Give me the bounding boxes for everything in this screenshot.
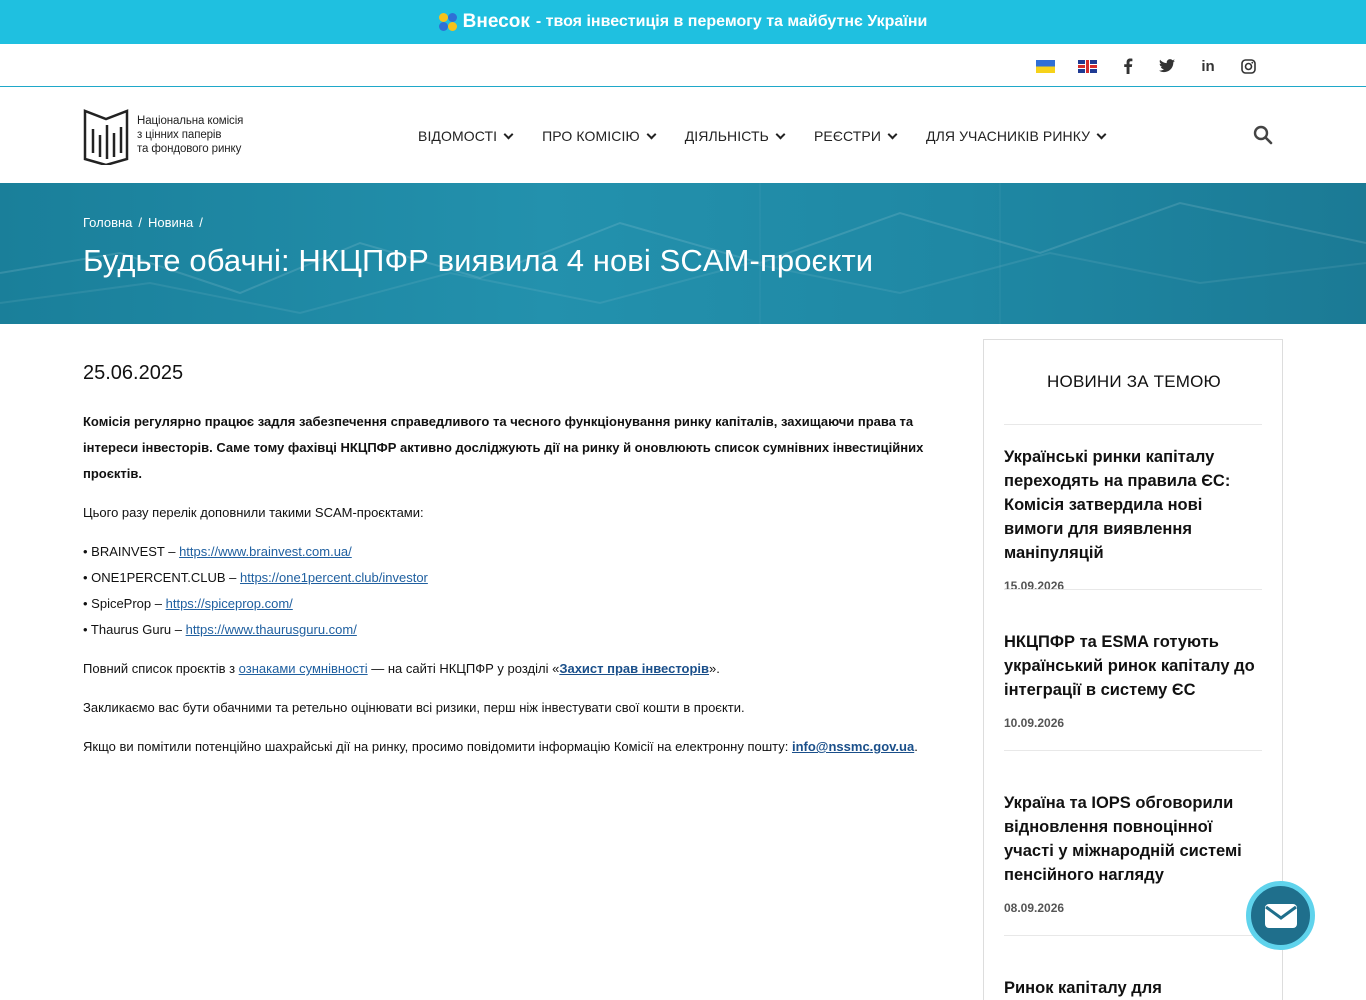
scam-project-list: • BRAINVEST – https://www.brainvest.com.… [83,539,933,643]
promo-text: - твоя інвестиція в перемогу та майбутнє… [535,13,928,30]
lang-en-button[interactable] [1077,57,1097,75]
caution-paragraph: Закликаємо вас бути обачними та ретельно… [83,700,745,715]
main-nav: ВІДОМОСТІ ПРО КОМІСІЮ ДІЯЛЬНІСТЬ РЕЄСТРИ… [418,128,1135,144]
linkedin-link[interactable]: in [1199,57,1217,75]
related-news-title: Ринок капіталу для [1004,979,1162,997]
site-header: Національна комісія з цінних паперів та … [0,87,1366,183]
mail-icon [1264,903,1297,928]
vnesok-logo-icon [438,13,457,31]
email-link[interactable]: info@nssmc.gov.ua [792,739,914,754]
report-paragraph: Якщо ви помітили потенційно шахрайські д… [83,739,918,754]
nav-item-market-participants[interactable]: ДЛЯ УЧАСНИКІВ РИНКУ [926,128,1107,144]
related-news-title: Українські ринки капіталу переходять на … [1004,448,1231,562]
chevron-down-icon [1096,129,1107,139]
related-news-item[interactable]: Україна та IOPS обговорили відновлення п… [1004,750,1262,915]
instagram-icon [1240,58,1256,74]
breadcrumb: Головна / Новина / [83,215,209,230]
utility-bar: in [0,44,1366,87]
list-item: • SpiceProp – https://spiceprop.com/ [83,596,293,611]
nav-item-activity[interactable]: ДІЯЛЬНІСТЬ [685,128,786,144]
promo-banner[interactable]: Внесок - твоя інвестиція в перемогу та м… [0,0,1366,44]
twitter-link[interactable] [1158,57,1176,75]
facebook-icon [1124,58,1133,74]
related-news-title: Україна та IOPS обговорили відновлення п… [1004,794,1242,884]
twitter-icon [1159,59,1175,73]
contact-mail-button[interactable] [1246,881,1315,950]
breadcrumb-home[interactable]: Головна [83,215,132,230]
sidebar-title: НОВИНИ ЗА ТЕМОЮ [1047,372,1221,391]
related-news-title: НКЦПФР та ESMA готують український ринок… [1004,633,1255,699]
article-lead: Комісія регулярно працює задля забезпече… [83,414,924,481]
article-date: 25.06.2025 [83,362,184,384]
related-news-date: 08.09.2026 [1004,901,1065,915]
instagram-link[interactable] [1240,57,1256,75]
chevron-down-icon [646,129,657,139]
nav-item-vidomosti[interactable]: ВІДОМОСТІ [418,128,514,144]
related-news-date: 10.09.2026 [1004,716,1065,730]
breadcrumb-separator: / [138,215,143,230]
nav-item-registers[interactable]: РЕЄСТРИ [814,128,898,144]
related-news-sidebar: НОВИНИ ЗА ТЕМОЮ Українські ринки капітал… [983,339,1283,1000]
uk-flag-icon [1077,59,1097,73]
chevron-down-icon [887,129,898,139]
related-news-item[interactable]: Українські ринки капіталу переходять на … [1004,424,1262,593]
related-news-item[interactable]: Ринок капіталу для [1004,935,1262,1000]
full-list-paragraph: Повний список проєктів з ознаками сумнів… [83,661,720,676]
commission-logo-icon [83,109,129,165]
search-icon [1253,125,1273,145]
chevron-down-icon [503,129,514,139]
linkedin-icon: in [1201,57,1215,75]
site-logo[interactable]: Національна комісія з цінних паперів та … [83,105,263,165]
promo-brand: Внесок [462,11,530,32]
page-hero: Головна / Новина / Будьте обачні: НКЦПФР… [0,183,1366,324]
related-news-item[interactable]: НКЦПФР та ESMA готують український ринок… [1004,589,1262,730]
page-title: Будьте обачні: НКЦПФР виявила 4 нові SCA… [83,243,874,278]
search-button[interactable] [1253,125,1273,145]
list-item: • BRAINVEST – https://www.brainvest.com.… [83,544,352,559]
suspicious-signs-link[interactable]: ознаками сумнівності [239,661,368,676]
logo-text: Національна комісія з цінних паперів та … [137,115,244,155]
article-intro: Цього разу перелік доповнили такими SCAM… [83,505,424,520]
breadcrumb-separator: / [199,215,203,230]
breadcrumb-news[interactable]: Новина [148,215,193,230]
list-item: • Thaurus Guru – https://www.thaurusguru… [83,622,357,637]
article-body: 25.06.2025 Комісія регулярно працює задл… [83,362,933,773]
nav-item-about[interactable]: ПРО КОМІСІЮ [542,128,657,144]
project-link[interactable]: https://www.brainvest.com.ua/ [179,544,352,559]
chevron-down-icon [775,129,786,139]
list-item: • ONE1PERCENT.CLUB – https://one1percent… [83,570,428,585]
project-link[interactable]: https://www.thaurusguru.com/ [186,622,357,637]
ua-flag-icon [1035,59,1055,73]
project-link[interactable]: https://one1percent.club/investor [240,570,428,585]
facebook-link[interactable] [1120,57,1136,75]
investor-protection-link[interactable]: Захист прав інвесторів [559,661,709,676]
project-link[interactable]: https://spiceprop.com/ [166,596,293,611]
lang-ua-button[interactable] [1035,57,1055,75]
